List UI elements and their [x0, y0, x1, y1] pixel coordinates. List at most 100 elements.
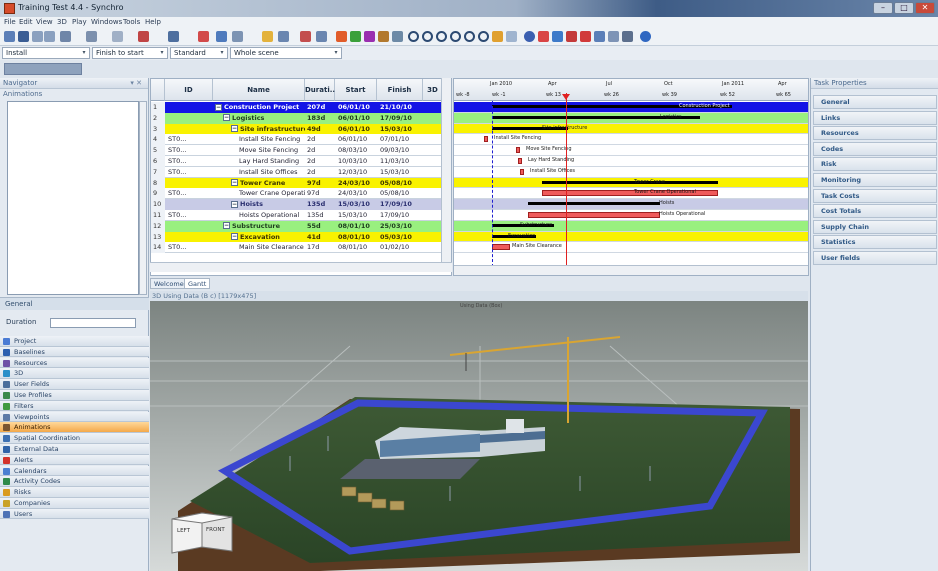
- layout-icon[interactable]: [232, 31, 243, 42]
- play-icon[interactable]: [450, 31, 461, 42]
- export-icon[interactable]: [566, 31, 577, 42]
- expand-toggle-icon[interactable]: −: [231, 179, 238, 187]
- property-tab[interactable]: Statistics: [813, 235, 937, 250]
- options-icon[interactable]: [594, 31, 605, 42]
- sidebar-item[interactable]: Use Profiles: [0, 390, 149, 401]
- link-type-select[interactable]: Finish to start ▾: [92, 47, 168, 59]
- grid-horizontal-scrollbar[interactable]: [150, 262, 452, 272]
- menu-edit[interactable]: Edit: [19, 18, 33, 26]
- zoom-icon[interactable]: [316, 31, 327, 42]
- gantt-task-bar[interactable]: [518, 158, 522, 164]
- camera-icon[interactable]: [262, 31, 273, 42]
- expand-toggle-icon[interactable]: −: [231, 125, 238, 133]
- sidebar-item[interactable]: Companies: [0, 498, 149, 509]
- sidebar-item[interactable]: Users: [0, 508, 149, 520]
- grid-icon[interactable]: [198, 31, 209, 42]
- filter-icon[interactable]: [300, 31, 311, 42]
- expand-toggle-icon[interactable]: −: [223, 222, 230, 230]
- menu-windows[interactable]: Windows: [91, 18, 122, 26]
- current-date-line[interactable]: [566, 93, 567, 267]
- menu-view[interactable]: View: [36, 18, 53, 26]
- sidebar-item[interactable]: Alerts: [0, 454, 149, 466]
- animations-list[interactable]: [7, 101, 139, 295]
- expand-toggle-icon[interactable]: −: [223, 114, 230, 122]
- duration-column-header[interactable]: Durati...: [305, 79, 338, 101]
- gantt-task-bar[interactable]: [528, 212, 660, 218]
- task-icon[interactable]: [86, 31, 97, 42]
- step-back-icon[interactable]: [422, 31, 433, 42]
- gantt-summary-bar[interactable]: [542, 180, 718, 184]
- new-icon[interactable]: [4, 31, 15, 42]
- sequence-icon[interactable]: [378, 31, 389, 42]
- name-column-header[interactable]: Name: [213, 79, 305, 101]
- table-icon[interactable]: [608, 31, 619, 42]
- undo-icon[interactable]: [32, 31, 43, 42]
- table-row[interactable]: 7 ST0... Install Site Offices 2d 12/03/10 15/…: [151, 166, 451, 178]
- table-row[interactable]: 14 ST0... Main Site Clearance 17d 08/01/10 01…: [151, 242, 451, 254]
- report-icon[interactable]: [552, 31, 563, 42]
- step-forward-icon[interactable]: [464, 31, 475, 42]
- gantt-task-bar[interactable]: [516, 147, 520, 154]
- tab-gantt[interactable]: Gantt: [184, 278, 211, 289]
- sidebar-item[interactable]: Resources: [0, 357, 149, 369]
- sidebar-item[interactable]: Viewpoints: [0, 411, 149, 423]
- maximize-button[interactable]: □: [894, 2, 914, 14]
- expand-toggle-icon[interactable]: −: [231, 200, 238, 208]
- resource-icon[interactable]: [138, 31, 149, 42]
- sidebar-item[interactable]: Spatial Coordination: [0, 433, 149, 444]
- expand-toggle-icon[interactable]: −: [231, 233, 238, 241]
- property-tab[interactable]: General: [813, 95, 937, 109]
- task-type-select[interactable]: Install ▾: [2, 47, 90, 59]
- import-icon[interactable]: [580, 31, 591, 42]
- color-icon[interactable]: [336, 31, 347, 42]
- status-icon[interactable]: [350, 31, 361, 42]
- play-back-icon[interactable]: [408, 31, 419, 42]
- focus-icon[interactable]: [524, 31, 535, 42]
- table-row[interactable]: 13− Excavation 41d 08/01/10 05/03/10: [151, 231, 451, 243]
- gantt-task-bar[interactable]: [492, 244, 510, 251]
- view-cube-left-label[interactable]: LEFT: [177, 528, 190, 534]
- gantt-horizontal-scrollbar[interactable]: [454, 265, 808, 275]
- property-tab[interactable]: Supply Chain: [813, 219, 937, 234]
- animations-scrollbar[interactable]: [139, 101, 147, 295]
- tab-welcome[interactable]: Welcome: [150, 278, 188, 289]
- indent-icon[interactable]: [168, 31, 179, 42]
- gantt-task-bar[interactable]: [520, 168, 524, 175]
- property-tab[interactable]: Cost Totals: [813, 204, 937, 219]
- finish-column-header[interactable]: Finish: [377, 79, 423, 101]
- menu-tools[interactable]: Tools: [123, 18, 140, 26]
- gantt-task-bar[interactable]: [484, 136, 488, 143]
- menu-play[interactable]: Play: [72, 18, 87, 26]
- start-column-header[interactable]: Start: [335, 79, 377, 101]
- property-tab[interactable]: User fields: [813, 251, 937, 265]
- property-tab[interactable]: Task Costs: [813, 188, 937, 203]
- property-tab[interactable]: Codes: [813, 141, 937, 156]
- menu-3d[interactable]: 3D: [57, 18, 67, 26]
- expand-toggle-icon[interactable]: −: [215, 103, 222, 111]
- table-row[interactable]: 4 ST0... Install Site Fencing 2d 06/01/10 07/…: [151, 134, 451, 146]
- calendar-select[interactable]: Standard ▾: [170, 47, 228, 59]
- sidebar-item[interactable]: 3D: [0, 368, 149, 379]
- grid-vertical-scrollbar[interactable]: [441, 78, 451, 262]
- table-row[interactable]: 11 ST0... Hoists Operational 135d 15/03/10 17…: [151, 210, 451, 221]
- table-row[interactable]: 8− Tower Crane 97d 24/03/10 05/08/10: [151, 177, 451, 189]
- sidebar-item[interactable]: Activity Codes: [0, 476, 149, 487]
- scene-select[interactable]: Whole scene ▾: [230, 47, 342, 59]
- close-button[interactable]: ✕: [915, 2, 935, 14]
- link-icon[interactable]: [112, 31, 123, 42]
- table-row[interactable]: 1− Construction Project 207d 06/01/10 21/10/…: [151, 102, 451, 113]
- 3d-viewport[interactable]: Using Data (Box) LEFT FRONT: [150, 301, 808, 571]
- help-icon[interactable]: [640, 31, 651, 42]
- table-row[interactable]: 9 ST0... Tower Crane Operati... 97d 24/03/10…: [151, 188, 451, 200]
- sub-toolbar-tab[interactable]: [4, 63, 82, 75]
- property-tab[interactable]: Resources: [813, 126, 937, 141]
- minimize-button[interactable]: –: [873, 2, 893, 14]
- table-row[interactable]: 12− Substructure 55d 08/01/10 25/03/10: [151, 220, 451, 232]
- property-tab[interactable]: Risk: [813, 157, 937, 172]
- select-icon[interactable]: [278, 31, 289, 42]
- appearance-icon[interactable]: [364, 31, 375, 42]
- property-tab[interactable]: Monitoring: [813, 173, 937, 187]
- sidebar-item[interactable]: External Data: [0, 444, 149, 455]
- table-row[interactable]: 3 − Site infrastructure 49d 06/01/10 15/03/10: [151, 123, 451, 135]
- table-row[interactable]: 2− Logistics 183d 06/01/10 17/09/10: [151, 112, 451, 124]
